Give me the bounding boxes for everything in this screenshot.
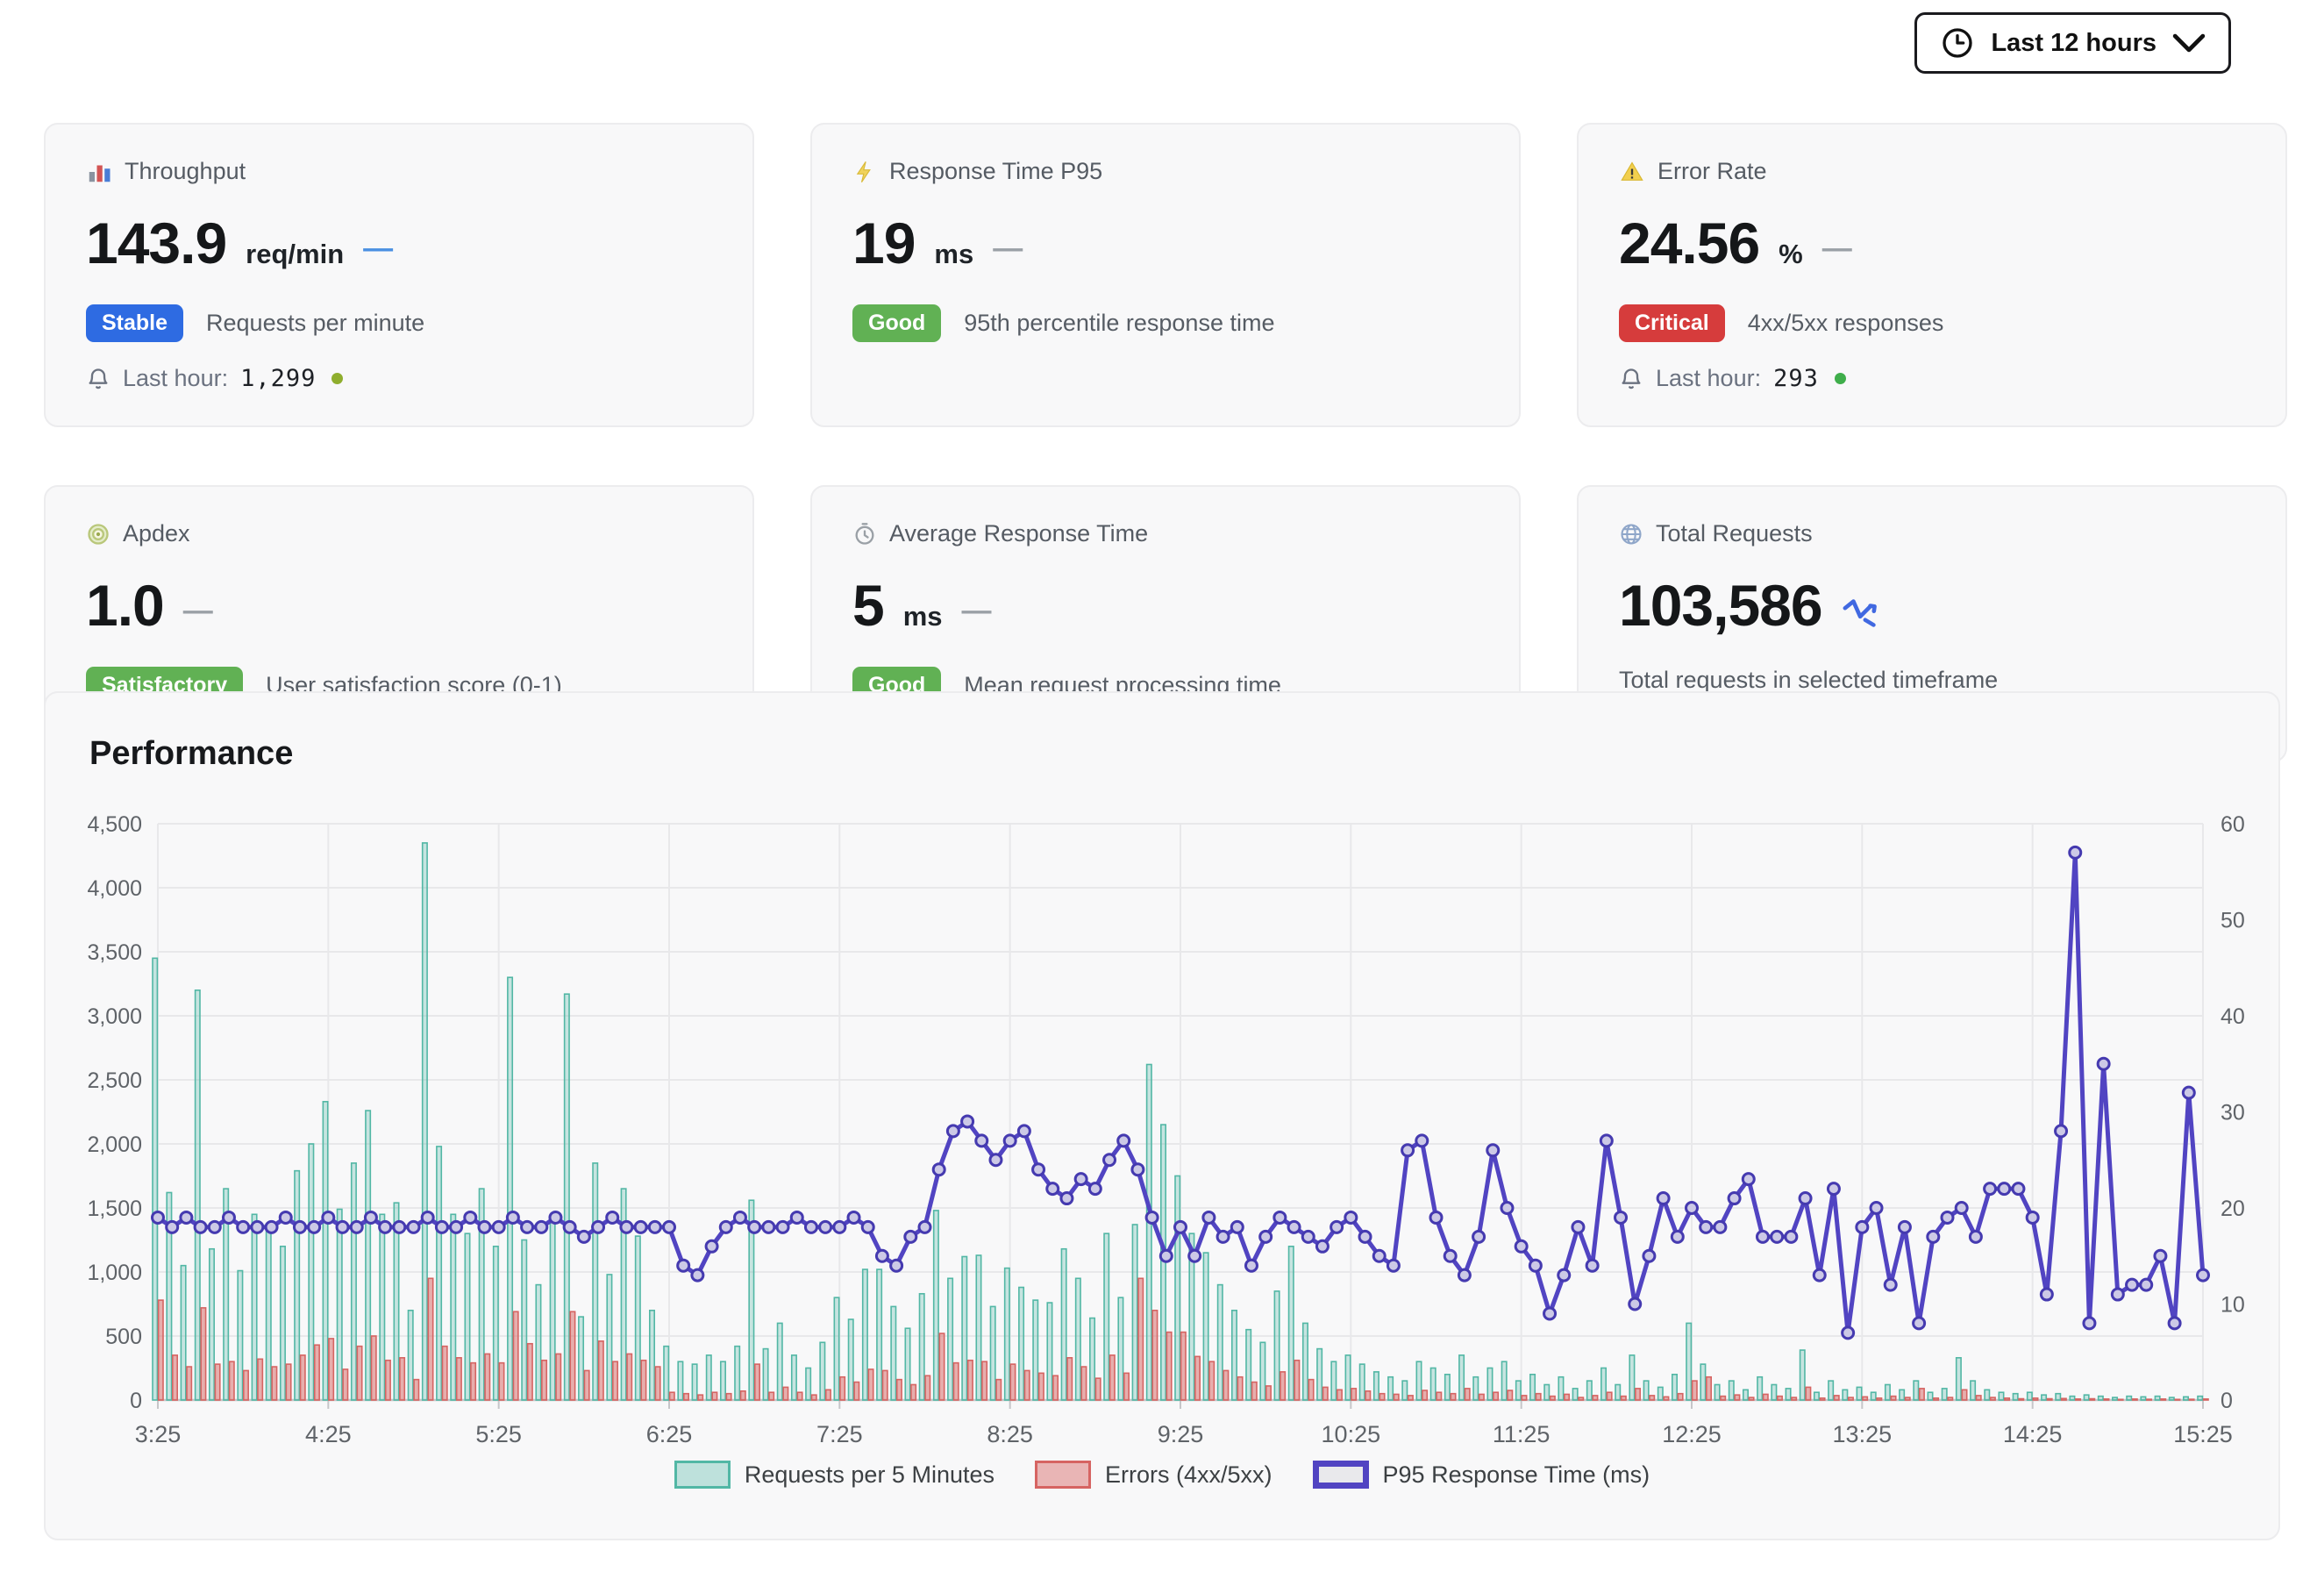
- trend-flat-icon: —: [363, 233, 393, 263]
- svg-text:10: 10: [2221, 1293, 2245, 1318]
- svg-text:11:25: 11:25: [1493, 1421, 1551, 1447]
- metric-unit: %: [1779, 239, 1803, 270]
- lightning-icon: [852, 159, 877, 185]
- bell-icon: [86, 367, 110, 391]
- svg-text:10:25: 10:25: [1322, 1421, 1381, 1447]
- svg-text:3,000: 3,000: [87, 1004, 142, 1029]
- footer-label: Last hour:: [1656, 365, 1761, 392]
- svg-text:6:25: 6:25: [646, 1421, 693, 1447]
- svg-text:9:25: 9:25: [1158, 1421, 1204, 1447]
- legend-item-requests[interactable]: Requests per 5 Minutes: [674, 1461, 994, 1489]
- svg-text:2,500: 2,500: [87, 1068, 142, 1093]
- svg-text:20: 20: [2221, 1197, 2245, 1221]
- metric-unit: ms: [934, 239, 973, 270]
- trend-down-icon: [1842, 597, 1882, 629]
- chart-legend: Requests per 5 Minutes Errors (4xx/5xx) …: [81, 1461, 2243, 1489]
- svg-text:1,500: 1,500: [87, 1197, 142, 1221]
- card-title: Apdex: [123, 520, 190, 547]
- metric-value: 19: [852, 210, 915, 276]
- metric-description: 95th percentile response time: [964, 310, 1274, 337]
- status-badge: Good: [852, 304, 941, 342]
- svg-text:7:25: 7:25: [816, 1421, 863, 1447]
- metric-description: Total requests in selected timeframe: [1619, 667, 1998, 694]
- svg-text:0: 0: [130, 1389, 142, 1413]
- time-range-dropdown[interactable]: Last 12 hours: [1914, 12, 2231, 74]
- svg-text:12:25: 12:25: [1662, 1421, 1722, 1447]
- metric-description: Requests per minute: [206, 310, 424, 337]
- svg-text:2,000: 2,000: [87, 1132, 142, 1157]
- status-dot: [1835, 373, 1846, 384]
- legend-label: Errors (4xx/5xx): [1105, 1461, 1272, 1489]
- status-badge: Critical: [1619, 304, 1725, 342]
- svg-text:15:25: 15:25: [2173, 1421, 2233, 1447]
- metric-cards-grid: Throughput 143.9 req/min — Stable Reques…: [44, 123, 2287, 762]
- metric-card-throughput: Throughput 143.9 req/min — Stable Reques…: [44, 123, 754, 427]
- globe-icon: [1619, 522, 1643, 547]
- chevron-down-icon: [2172, 32, 2206, 54]
- legend-swatch-requests: [674, 1461, 731, 1489]
- svg-text:4:25: 4:25: [305, 1421, 352, 1447]
- svg-text:3:25: 3:25: [135, 1421, 182, 1447]
- legend-swatch-errors: [1035, 1461, 1091, 1489]
- metric-value: 103,586: [1619, 572, 1822, 639]
- footer-value: 1,299: [240, 365, 316, 392]
- svg-text:3,500: 3,500: [87, 940, 142, 965]
- svg-text:4,000: 4,000: [87, 876, 142, 901]
- svg-text:14:25: 14:25: [2003, 1421, 2063, 1447]
- legend-item-p95[interactable]: P95 Response Time (ms): [1313, 1461, 1650, 1489]
- card-title: Total Requests: [1656, 520, 1813, 547]
- legend-label: Requests per 5 Minutes: [745, 1461, 994, 1489]
- performance-chart-canvas[interactable]: 05001,0001,5002,0002,5003,0003,5004,0004…: [81, 782, 2247, 1459]
- card-title: Throughput: [125, 158, 246, 185]
- trend-flat-icon: —: [183, 596, 213, 625]
- time-range-label: Last 12 hours: [1991, 29, 2156, 58]
- svg-text:0: 0: [2221, 1389, 2233, 1413]
- trend-flat-icon: —: [962, 596, 992, 625]
- topbar: Last 12 hours: [1914, 12, 2231, 74]
- target-icon: [86, 522, 110, 547]
- chart-title: Performance: [89, 735, 2243, 773]
- metric-description: 4xx/5xx responses: [1748, 310, 1944, 337]
- legend-swatch-p95: [1313, 1461, 1369, 1489]
- svg-text:13:25: 13:25: [1833, 1421, 1893, 1447]
- metric-card-response-time-p95: Response Time P95 19 ms — Good 95th perc…: [810, 123, 1521, 427]
- metric-unit: ms: [903, 601, 943, 632]
- svg-text:4,500: 4,500: [87, 812, 142, 837]
- metric-value: 5: [852, 572, 884, 639]
- status-badge: Stable: [86, 304, 183, 342]
- card-title: Error Rate: [1657, 158, 1767, 185]
- legend-label: P95 Response Time (ms): [1383, 1461, 1650, 1489]
- svg-text:30: 30: [2221, 1101, 2245, 1125]
- svg-text:60: 60: [2221, 812, 2245, 837]
- bar-chart-icon: [86, 159, 112, 185]
- svg-text:8:25: 8:25: [987, 1421, 1033, 1447]
- legend-item-errors[interactable]: Errors (4xx/5xx): [1035, 1461, 1272, 1489]
- svg-text:40: 40: [2221, 1004, 2245, 1029]
- svg-text:5:25: 5:25: [475, 1421, 522, 1447]
- trend-flat-icon: —: [993, 233, 1023, 263]
- performance-card: Performance 05001,0001,5002,0002,5003,00…: [44, 691, 2280, 1540]
- apm-dashboard: { "toolbar": { "time_range_label": "Last…: [0, 0, 2324, 1579]
- metric-card-error-rate: Error Rate 24.56 % — Critical 4xx/5xx re…: [1577, 123, 2287, 427]
- metric-unit: req/min: [246, 239, 344, 270]
- svg-text:50: 50: [2221, 909, 2245, 933]
- trend-flat-icon: —: [1822, 233, 1852, 263]
- card-title: Response Time P95: [889, 158, 1102, 185]
- bell-icon: [1619, 367, 1643, 391]
- clock-icon: [1940, 25, 1975, 61]
- metric-value: 143.9: [86, 210, 226, 276]
- warning-icon: [1619, 160, 1645, 184]
- svg-text:1,000: 1,000: [87, 1261, 142, 1285]
- status-dot: [331, 373, 343, 384]
- footer-value: 293: [1773, 365, 1819, 392]
- card-title: Average Response Time: [889, 520, 1148, 547]
- svg-text:500: 500: [105, 1325, 142, 1349]
- stopwatch-icon: [852, 521, 877, 547]
- metric-value: 1.0: [86, 572, 164, 639]
- footer-label: Last hour:: [123, 365, 228, 392]
- metric-value: 24.56: [1619, 210, 1759, 276]
